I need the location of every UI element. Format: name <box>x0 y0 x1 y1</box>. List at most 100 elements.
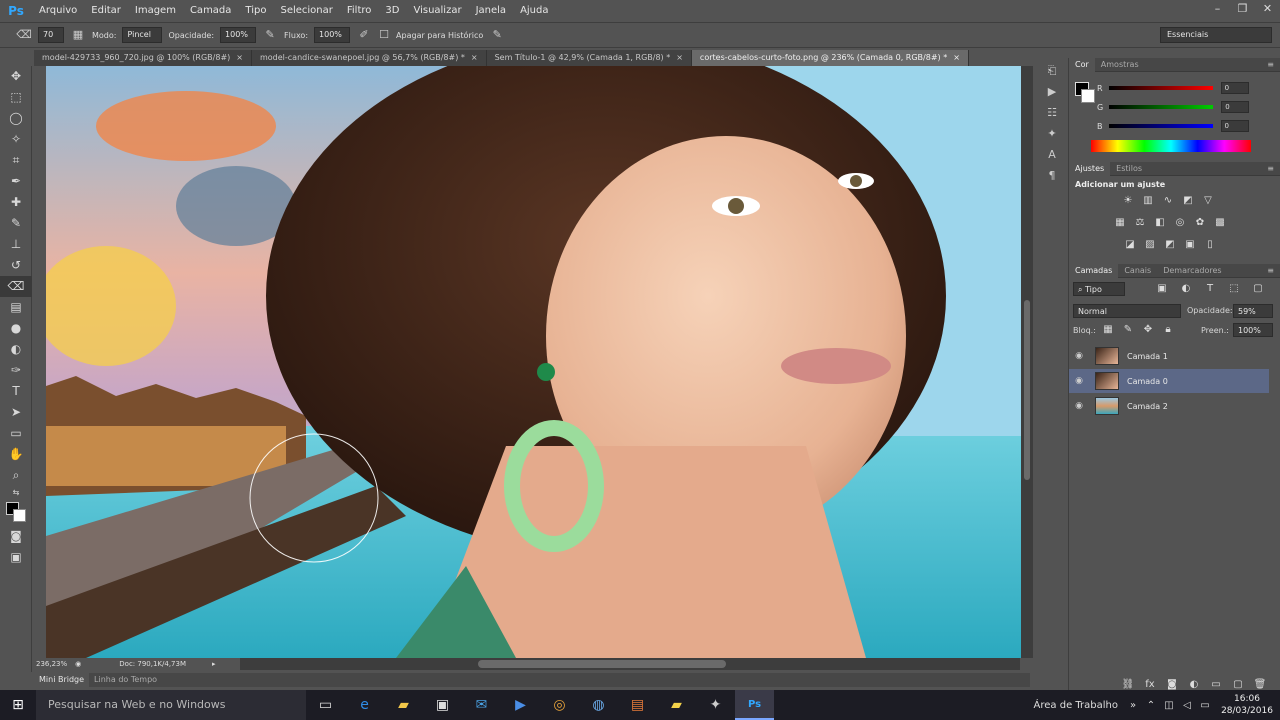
chrome-icon[interactable]: ◎ <box>540 690 579 720</box>
tab-mini-bridge[interactable]: Mini Bridge <box>34 673 90 687</box>
color-balance-icon[interactable]: ⚖ <box>1131 216 1149 230</box>
tab-color[interactable]: Cor <box>1069 57 1095 72</box>
edge-browser-icon[interactable]: e <box>345 690 384 720</box>
doc-tab[interactable]: model-candice-swanepoel.jpg @ 56,7% (RGB… <box>251 50 487 66</box>
menu-imagem[interactable]: Imagem <box>128 0 183 22</box>
doc-tab[interactable]: model-429733_960_720.jpg @ 100% (RGB/8#)… <box>34 50 252 66</box>
flow-input[interactable]: 100% <box>314 27 351 43</box>
shape-filter-icon[interactable]: ⬚ <box>1225 282 1243 296</box>
adjustment-filter-icon[interactable]: ◐ <box>1177 282 1195 296</box>
vertical-scroll-thumb[interactable] <box>1024 300 1030 480</box>
layer-filter-select[interactable]: ⌕ Tipo <box>1073 282 1125 296</box>
smart-object-filter-icon[interactable]: ▢ <box>1249 282 1267 296</box>
screen-mode-icon[interactable]: ▣ <box>0 547 32 568</box>
menu-3d[interactable]: 3D <box>378 0 406 22</box>
doc-tab[interactable]: Sem Título-1 @ 42,9% (Camada 1, RGB/8) *… <box>486 50 692 66</box>
crop-tool-icon[interactable]: ⌗ <box>0 150 32 171</box>
mode-select[interactable]: Pincel <box>122 27 163 43</box>
visibility-eye-icon[interactable]: ◉ <box>1069 351 1089 361</box>
pressure-opacity-icon[interactable]: ✎ <box>262 27 278 43</box>
brush-panel-icon[interactable]: ▦ <box>70 27 86 43</box>
blue-value[interactable]: 0 <box>1220 120 1249 132</box>
network-icon[interactable]: ◫ <box>1160 700 1178 711</box>
quick-mask-icon[interactable]: ◙ <box>0 526 32 547</box>
lasso-tool-icon[interactable]: ◯ <box>0 108 32 129</box>
layer-name[interactable]: Camada 0 <box>1127 377 1168 386</box>
move-tool-icon[interactable]: ✥ <box>0 66 32 87</box>
selective-color-icon[interactable]: ▣ <box>1181 238 1199 252</box>
curves-icon[interactable]: ∿ <box>1159 194 1177 208</box>
layer-row-selected[interactable]: ◉ Camada 0 <box>1069 369 1269 393</box>
visibility-eye-icon[interactable]: ◉ <box>1069 401 1089 411</box>
layer-row[interactable]: ◉ Camada 2 <box>1069 394 1269 418</box>
panel-menu-icon[interactable]: ≡ <box>1267 266 1280 275</box>
hue-saturation-icon[interactable]: ▦ <box>1111 216 1129 230</box>
posterize-icon[interactable]: ▨ <box>1141 238 1159 252</box>
desktop-label[interactable]: Área de Trabalho <box>1034 700 1118 711</box>
menu-arquivo[interactable]: Arquivo <box>32 0 84 22</box>
blur-tool-icon[interactable]: ● <box>0 318 32 339</box>
layer-name[interactable]: Camada 1 <box>1127 352 1168 361</box>
quick-selection-tool-icon[interactable]: ✧ <box>0 129 32 150</box>
vibrance-icon[interactable]: ▽ <box>1199 194 1217 208</box>
gradient-tool-icon[interactable]: ▤ <box>0 297 32 318</box>
menu-tipo[interactable]: Tipo <box>238 0 273 22</box>
panel-menu-icon[interactable]: ≡ <box>1267 164 1280 173</box>
doc-tab-active[interactable]: cortes-cabelos-curto-foto.png @ 236% (Ca… <box>691 50 969 66</box>
invert-icon[interactable]: ◪ <box>1121 238 1139 252</box>
tab-adjustments[interactable]: Ajustes <box>1069 161 1111 176</box>
layer-name[interactable]: Camada 2 <box>1127 402 1168 411</box>
color-spectrum-bar[interactable] <box>1091 140 1251 152</box>
pixel-filter-icon[interactable]: ▣ <box>1153 282 1171 296</box>
messages-icon[interactable]: ▭ <box>1196 700 1214 711</box>
actions-play-icon[interactable]: ▶ <box>1037 81 1067 102</box>
close-icon[interactable]: × <box>676 53 683 62</box>
tab-channels[interactable]: Canais <box>1118 264 1157 278</box>
taskbar-search-input[interactable]: Pesquisar na Web e no Windows <box>36 690 306 720</box>
swap-colors-icon[interactable]: ⇆ <box>0 486 32 500</box>
task-view-icon[interactable]: ▭ <box>306 690 345 720</box>
close-icon[interactable]: × <box>953 53 960 62</box>
gradient-map-icon[interactable]: ▯ <box>1201 238 1219 252</box>
paragraph-panel-icon[interactable]: ¶ <box>1037 165 1067 186</box>
healing-brush-tool-icon[interactable]: ✚ <box>0 192 32 213</box>
menu-janela[interactable]: Janela <box>469 0 513 22</box>
green-value[interactable]: 0 <box>1221 101 1250 113</box>
document-canvas[interactable] <box>46 66 1021 658</box>
eraser-preset-icon[interactable]: ⌫ <box>16 27 32 43</box>
media-icon[interactable]: ▤ <box>618 690 657 720</box>
tab-swatches[interactable]: Amostras <box>1095 58 1145 72</box>
photoshop-taskbar-icon[interactable]: Ps <box>735 690 774 720</box>
file-explorer-icon[interactable]: ▰ <box>384 690 423 720</box>
levels-icon[interactable]: ▥ <box>1139 194 1157 208</box>
close-button[interactable]: ✕ <box>1255 0 1280 18</box>
photo-filter-icon[interactable]: ◎ <box>1171 216 1189 230</box>
erase-history-checkbox[interactable]: ☐ <box>378 27 390 43</box>
type-tool-icon[interactable]: T <box>0 381 32 402</box>
status-arrow-icon[interactable]: ▸ <box>212 660 216 668</box>
tab-styles[interactable]: Estilos <box>1110 162 1148 176</box>
shape-tool-icon[interactable]: ▭ <box>0 423 32 444</box>
dodge-tool-icon[interactable]: ◐ <box>0 339 32 360</box>
visibility-eye-icon[interactable]: ◉ <box>1069 376 1089 386</box>
horizontal-scroll-thumb[interactable] <box>478 660 726 668</box>
color-bg-swatch[interactable] <box>1081 89 1095 103</box>
type-filter-icon[interactable]: T <box>1201 282 1219 296</box>
exposure-icon[interactable]: ◩ <box>1179 194 1197 208</box>
pen-tool-icon[interactable]: ✑ <box>0 360 32 381</box>
fill-input[interactable]: 100% <box>1233 323 1273 337</box>
history-brush-tool-icon[interactable]: ↺ <box>0 255 32 276</box>
eyedropper-tool-icon[interactable]: ✒ <box>0 171 32 192</box>
app-icon[interactable]: ▶ <box>501 690 540 720</box>
opacity-input[interactable]: 100% <box>220 27 257 43</box>
color-lookup-icon[interactable]: ▩ <box>1211 216 1229 230</box>
mail-icon[interactable]: ✉ <box>462 690 501 720</box>
zoom-level[interactable]: 236,23% <box>36 660 67 668</box>
show-hidden-icons-icon[interactable]: ⌃ <box>1142 700 1160 711</box>
info-icon[interactable]: ◉ <box>75 660 81 668</box>
close-icon[interactable]: × <box>236 53 243 62</box>
browser-icon[interactable]: ◍ <box>579 690 618 720</box>
tab-paths[interactable]: Demarcadores <box>1157 264 1227 278</box>
hand-tool-icon[interactable]: ✋ <box>0 444 32 465</box>
tool-app-icon[interactable]: ✦ <box>696 690 735 720</box>
